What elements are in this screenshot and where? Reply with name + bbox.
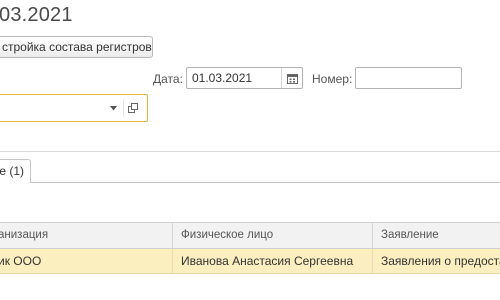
cell-person: Иванова Анастасия Сергеевна [181,254,354,268]
open-form-icon[interactable] [123,99,142,117]
calendar-icon[interactable] [281,68,302,88]
dropdown-arrow-icon[interactable] [104,99,122,117]
date-value: 01.03.2021 [192,71,253,85]
section-divider [0,151,500,152]
organization-field[interactable] [0,94,148,122]
date-label: Дата: [153,72,183,86]
tab-employees[interactable]: е (1) [0,159,31,183]
cell-organization: ик ООО [0,254,42,268]
table-row[interactable]: ик ООО Иванова Анастасия Сергеевна Заявл… [0,249,500,274]
column-header-application[interactable]: Заявление [381,223,439,248]
date-field[interactable]: 01.03.2021 [186,67,303,89]
cell-application: Заявления о предоставле [381,254,500,268]
column-divider [372,223,373,248]
cell-divider [372,249,373,273]
cell-divider [172,249,173,273]
number-label: Номер: [312,72,353,86]
tab-strip-line [31,182,500,183]
registers-settings-button[interactable]: стройка состава регистров [0,36,153,58]
employees-table: анизация Физическое лицо Заявление ик ОО… [0,222,500,300]
column-header-organization[interactable]: анизация [0,223,48,248]
column-header-person[interactable]: Физическое лицо [181,223,273,248]
column-divider [172,223,173,248]
number-field[interactable] [355,67,462,89]
document-title: 03.2021 [0,4,73,26]
table-header: анизация Физическое лицо Заявление [0,222,500,249]
